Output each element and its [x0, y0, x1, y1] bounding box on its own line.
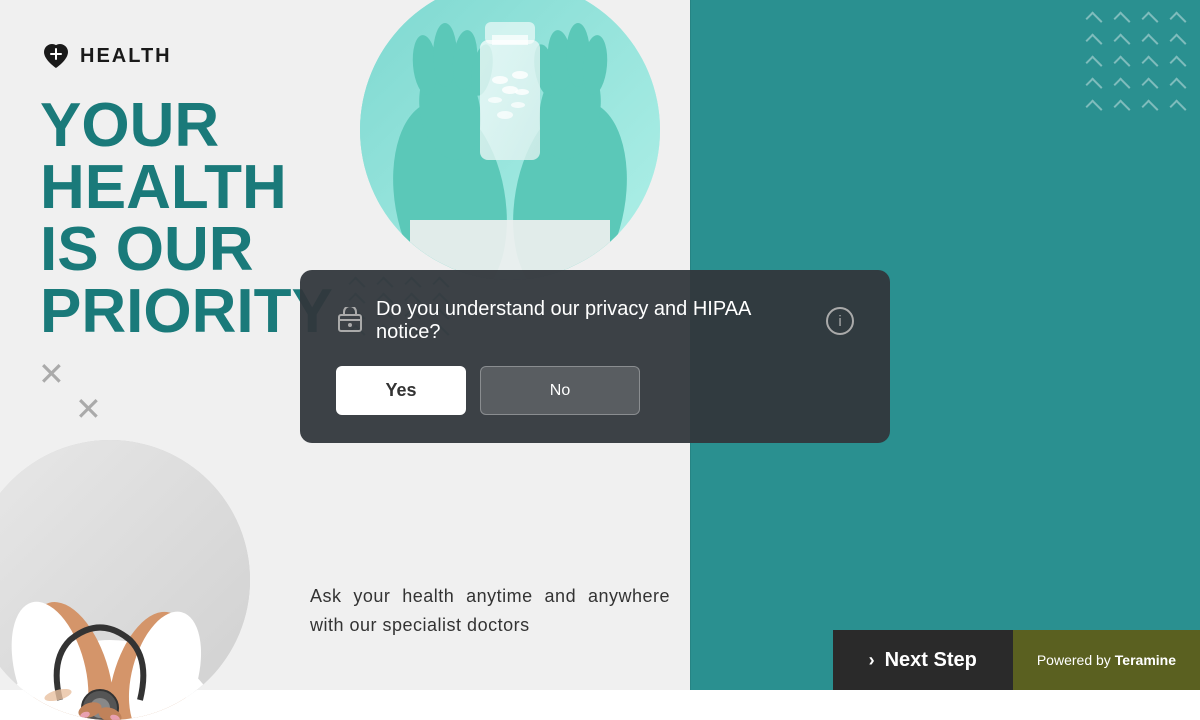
circle-image-top [360, 0, 660, 280]
modal-header: Do you understand our privacy and HIPAA … [336, 298, 854, 344]
modal-privacy-icon [336, 307, 364, 335]
powered-by-prefix: Powered by [1037, 652, 1111, 668]
title-line3: IS OUR [40, 219, 333, 281]
modal-buttons: Yes No [336, 366, 854, 415]
next-step-label: Next Step [885, 649, 977, 672]
next-step-button[interactable]: › Next Step [833, 630, 1013, 690]
title-line1: YOUR [40, 95, 333, 157]
modal-question-text: Do you understand our privacy and HIPAA … [376, 298, 814, 344]
title-line2: HEALTH [40, 157, 333, 219]
app-name: HEALTH [80, 45, 172, 68]
powered-by-area: Powered by Teramine [1013, 630, 1200, 690]
logo-area: HEALTH [40, 40, 172, 72]
health-logo-icon [40, 40, 72, 72]
title-line4: PRIORITY [40, 281, 333, 343]
plus-decoration-1: ✕ [38, 355, 65, 393]
plus-decoration-2: ✕ [75, 390, 102, 428]
hero-title: YOUR HEALTH IS OUR PRIORITY [40, 95, 333, 343]
powered-by-brand: Teramine [1115, 652, 1176, 668]
hipaa-modal: Do you understand our privacy and HIPAA … [300, 270, 890, 443]
no-button[interactable]: No [480, 366, 640, 415]
teal-chevrons-top-right [1087, 15, 1185, 119]
next-step-arrow: › [869, 650, 875, 671]
yes-button[interactable]: Yes [336, 366, 466, 415]
doctor-glove-image [360, 0, 660, 280]
hero-text: YOUR HEALTH IS OUR PRIORITY [40, 95, 333, 343]
info-icon[interactable]: i [826, 307, 854, 335]
bottom-bar: › Next Step Powered by Teramine [0, 630, 1200, 690]
